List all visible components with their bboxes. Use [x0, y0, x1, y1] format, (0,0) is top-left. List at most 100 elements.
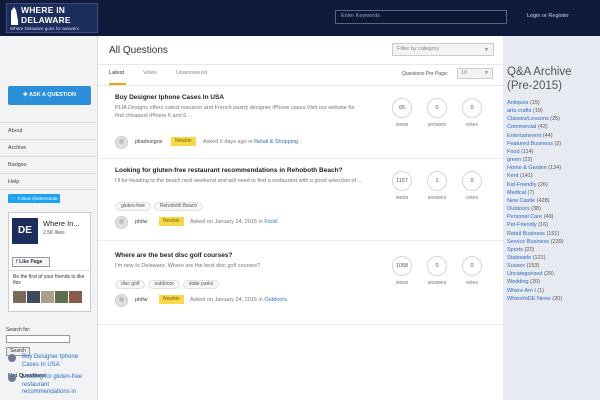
archive-category-link[interactable]: Outdoors: [507, 206, 530, 212]
hot-question-link[interactable]: Looking for gluten-free restaurant recom…: [22, 374, 94, 397]
sidebar-item-help[interactable]: Help: [0, 173, 98, 190]
archive-category-item: Antiques (15): [507, 99, 599, 107]
archive-category-link[interactable]: WhereInDE News: [507, 296, 551, 302]
site-logo[interactable]: WHERE IN DELAWARE Where Delaware goes fo…: [6, 3, 98, 33]
tag[interactable]: outdoors: [148, 280, 180, 289]
status-badge: Newbie: [159, 217, 184, 226]
archive-category-link[interactable]: Sports: [507, 247, 523, 253]
sidebar-item-badges[interactable]: Badges: [0, 156, 98, 173]
archive-category-count: (29): [544, 271, 554, 278]
archive-category-link[interactable]: Uncategorized: [507, 271, 542, 277]
tag[interactable]: gluten-free: [115, 202, 151, 211]
tab-votes[interactable]: Votes: [143, 70, 157, 76]
archive-category-link[interactable]: Commercial: [507, 124, 536, 130]
asked-text: Asked 6 days ago in: [203, 139, 253, 145]
register-link[interactable]: Register: [548, 13, 568, 19]
avatar[interactable]: [69, 291, 82, 303]
archive-category-link[interactable]: Wedding: [507, 279, 529, 285]
facebook-widget: DE Where In... 2.5K likes f Like Page Be…: [8, 212, 91, 312]
avatar[interactable]: [27, 291, 40, 303]
avatar[interactable]: [55, 291, 68, 303]
archive-category-link[interactable]: Kid-Friendly: [507, 182, 536, 188]
question-category-link[interactable]: Outdoors: [264, 297, 287, 303]
answers-stat: 0 answers: [427, 256, 447, 286]
question-title[interactable]: Looking for gluten-free restaurant recom…: [115, 167, 343, 174]
question-excerpt: I'm new to Delaware. Where are the best …: [115, 263, 261, 269]
archive-category-count: (25): [550, 116, 560, 123]
tag[interactable]: Rehoboth Beach: [153, 202, 204, 211]
archive-category-link[interactable]: arts-crafts: [507, 108, 531, 114]
sidebar-search-input[interactable]: [6, 335, 70, 343]
tab-unanswered[interactable]: Unanswered: [176, 70, 207, 76]
facebook-page-name[interactable]: Where In...: [43, 219, 80, 228]
avatar[interactable]: [13, 291, 26, 303]
archive-category-link[interactable]: Where Am I: [507, 288, 536, 294]
archive-category-count: (1): [537, 287, 544, 294]
answers-stat: 0 answers: [427, 98, 447, 128]
archive-category-link[interactable]: Statewide: [507, 255, 531, 261]
archive-category-count: (38): [531, 206, 541, 213]
question-category-link[interactable]: Retail & Shopping: [254, 139, 298, 145]
archive-category-link[interactable]: Retail Business: [507, 231, 545, 237]
sidebar-item-archive[interactable]: Archive: [0, 139, 98, 156]
archive-category-link[interactable]: Home & Garden: [507, 165, 547, 171]
question-category-link[interactable]: Food: [264, 219, 277, 225]
archive-category-link[interactable]: Kent: [507, 173, 518, 179]
archive-category-link[interactable]: Entertainment: [507, 133, 541, 139]
delaware-map-icon: [11, 7, 18, 25]
twitter-follow-button[interactable]: 🐦 Follow @whereinde: [8, 194, 61, 203]
login-link[interactable]: Login: [527, 13, 540, 19]
archive-category-item: Kid-Friendly (26): [507, 181, 599, 189]
facebook-friends-text: Be the first of your friends to like thi…: [13, 274, 85, 286]
facebook-like-button[interactable]: f Like Page: [12, 257, 50, 267]
archive-category-link[interactable]: Medical: [507, 190, 526, 196]
category-filter-select[interactable]: Filter by category ▼: [392, 43, 494, 56]
archive-category-link[interactable]: Classes/Lessons: [507, 116, 549, 122]
archive-category-link[interactable]: Personal Care: [507, 214, 542, 220]
header-search-input[interactable]: Enter Keywords: [335, 10, 507, 24]
archive-category-count: (153): [526, 263, 540, 270]
archive-category-link[interactable]: Service Business: [507, 239, 549, 245]
answers-count: 1: [427, 171, 447, 191]
ask-question-button[interactable]: ✚ ASK A QUESTION: [8, 86, 91, 105]
archive-category-count: (20): [530, 279, 540, 286]
archive-category-item: green (22): [507, 156, 599, 164]
avatar[interactable]: [115, 136, 128, 149]
avatar[interactable]: [115, 216, 128, 229]
avatar[interactable]: [41, 291, 54, 303]
archive-category-item: Home & Garden (134): [507, 164, 599, 172]
archive-category-link[interactable]: Featured Business: [507, 141, 553, 147]
ask-question-label: ASK A QUESTION: [28, 92, 76, 98]
question-meta: philw Newbie Asked on January 24, 2015 i…: [115, 216, 375, 230]
facebook-page-thumbnail[interactable]: DE: [12, 218, 38, 244]
archive-category-count: (49): [543, 214, 554, 221]
question-tags: gluten-free Rehoboth Beach: [115, 202, 206, 211]
hot-question-link[interactable]: Buy Designer Iphone Cases In USA: [22, 354, 94, 369]
archive-category-item: Outdoors (38): [507, 205, 599, 213]
question-title[interactable]: Where are the best disc golf courses?: [115, 252, 232, 259]
archive-category-link[interactable]: green: [507, 157, 521, 163]
avatar[interactable]: [115, 294, 128, 307]
archive-category-link[interactable]: Sussex: [507, 263, 525, 269]
per-page-select[interactable]: 10 ▼: [457, 68, 493, 79]
tag[interactable]: state parks: [182, 280, 220, 289]
archive-category-link[interactable]: Food: [507, 149, 520, 155]
archive-category-item: Sussex (153): [507, 262, 599, 270]
sidebar-search-label: Search for:: [6, 327, 31, 333]
archive-category-link[interactable]: New Castle: [507, 198, 535, 204]
question-meta: pliadesigns Newbie Asked 6 days ago in R…: [115, 136, 375, 150]
views-stat: 65 views: [392, 98, 412, 128]
question-author[interactable]: philw: [135, 297, 148, 303]
archive-category-item: WhereInDE News (20): [507, 295, 599, 303]
tab-latest[interactable]: Latest: [109, 70, 124, 76]
archive-category-count: (43): [537, 124, 548, 131]
archive-category-link[interactable]: Pet-Friendly: [507, 222, 537, 228]
question-author[interactable]: philw: [135, 219, 148, 225]
votes-count: 0: [462, 171, 482, 191]
question-author[interactable]: pliadesigns: [135, 139, 163, 145]
tag[interactable]: disc golf: [115, 280, 146, 289]
sidebar-item-about[interactable]: About: [0, 122, 98, 139]
archive-category-count: (114): [521, 148, 534, 155]
archive-category-link[interactable]: Antiques: [507, 100, 528, 106]
question-title[interactable]: Buy Designer Iphone Cases In USA: [115, 94, 224, 101]
